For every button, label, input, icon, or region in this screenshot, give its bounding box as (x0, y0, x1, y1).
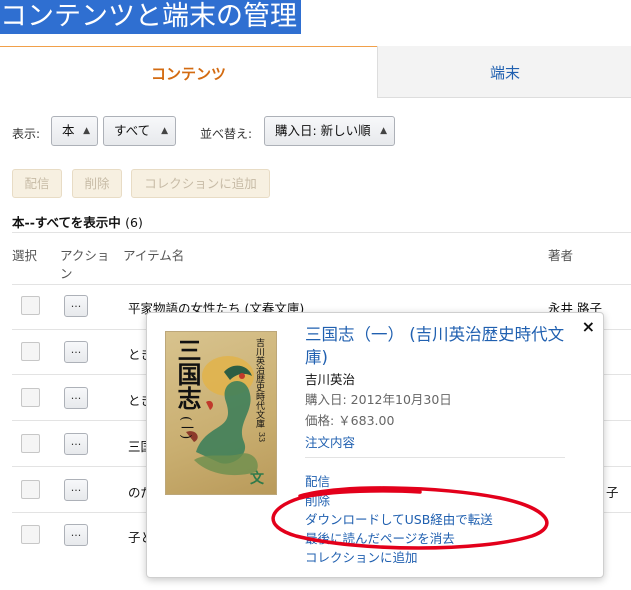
divider (12, 284, 631, 285)
row-action-button[interactable]: ... (64, 433, 88, 455)
tab-contents[interactable]: コンテンツ (0, 46, 377, 99)
row-checkbox[interactable] (21, 480, 40, 499)
menu-clear-last-page[interactable]: 最後に読んだページを消去 (305, 528, 455, 547)
add-collection-button[interactable]: コレクションに追加 (131, 169, 270, 198)
cover-number: 33 (257, 432, 266, 443)
book-title-link[interactable]: 三国志（一） (吉川英治歴史時代文庫) (305, 323, 575, 369)
row-author: 子 (606, 485, 619, 500)
updown-caret-icon: ▲︎ (161, 126, 168, 136)
page-title: コンテンツと端末の管理 (0, 0, 301, 34)
publisher-mark: 文 (250, 471, 264, 487)
cover-volume: (一) (178, 416, 193, 440)
row-action-button[interactable]: ... (64, 387, 88, 409)
sort-label: 並べ替え: (200, 127, 253, 141)
cover-title: 三国志 (173, 338, 202, 410)
type-select-value: 本 (62, 123, 75, 138)
col-header-item[interactable]: アイテム名 (123, 247, 184, 265)
updown-caret-icon: ▲︎ (83, 126, 90, 136)
updown-caret-icon: ▲︎ (380, 126, 387, 136)
deliver-button[interactable]: 配信 (12, 169, 62, 198)
show-label: 表示: (12, 127, 41, 141)
row-checkbox[interactable] (21, 434, 40, 453)
order-details-link[interactable]: 注文内容 (305, 432, 355, 451)
book-cover-image[interactable]: 三国志 (一) 吉川英治歴史時代文庫 33 文 (165, 331, 277, 495)
menu-deliver[interactable]: 配信 (305, 471, 330, 490)
col-header-action: アクショ ン (60, 248, 110, 281)
menu-add-collection[interactable]: コレクションに追加 (305, 547, 418, 566)
row-checkbox[interactable] (21, 388, 40, 407)
book-price: 価格: ￥683.00 (305, 413, 395, 428)
row-checkbox[interactable] (21, 342, 40, 361)
col-header-author[interactable]: 著者 (548, 247, 573, 265)
type-select[interactable]: 本 ▲︎ (51, 116, 98, 146)
cover-series: 吉川英治歴史時代文庫 (254, 338, 264, 428)
result-count-text: 本--すべてを表示中 (12, 215, 121, 230)
sort-select-value: 購入日: 新しい順 (275, 123, 371, 138)
scope-select[interactable]: すべて ▲︎ (103, 116, 176, 146)
delete-button[interactable]: 削除 (72, 169, 122, 198)
scope-select-value: すべて (114, 123, 151, 138)
row-checkbox[interactable] (21, 525, 40, 544)
divider (305, 457, 565, 458)
tab-devices[interactable]: 端末 (377, 46, 631, 98)
close-icon[interactable]: × (582, 317, 595, 336)
row-action-button[interactable]: ... (64, 295, 88, 317)
menu-delete[interactable]: 削除 (305, 490, 330, 509)
result-count-number: (6) (125, 215, 143, 230)
book-detail-popover: × 三国志 (一) 吉川英治歴史時代文庫 33 文 三国志（一） (吉川英治歴史… (146, 312, 604, 578)
col-header-select: 選択 (12, 248, 38, 263)
divider (12, 232, 631, 233)
row-action-button[interactable]: ... (64, 479, 88, 501)
book-author: 吉川英治 (305, 372, 356, 387)
row-checkbox[interactable] (21, 296, 40, 315)
tab-devices-label: 端末 (489, 64, 520, 82)
row-action-button[interactable]: ... (64, 524, 88, 546)
purchase-date: 購入日: 2012年10月30日 (305, 392, 452, 407)
sort-select[interactable]: 購入日: 新しい順 ▲︎ (264, 116, 395, 146)
result-count: 本--すべてを表示中 (6) (12, 212, 143, 231)
row-action-button[interactable]: ... (64, 341, 88, 363)
tab-bar: コンテンツ 端末 (0, 46, 631, 99)
menu-download-usb[interactable]: ダウンロードしてUSB経由で転送 (305, 509, 493, 528)
tab-contents-label: コンテンツ (150, 65, 226, 83)
